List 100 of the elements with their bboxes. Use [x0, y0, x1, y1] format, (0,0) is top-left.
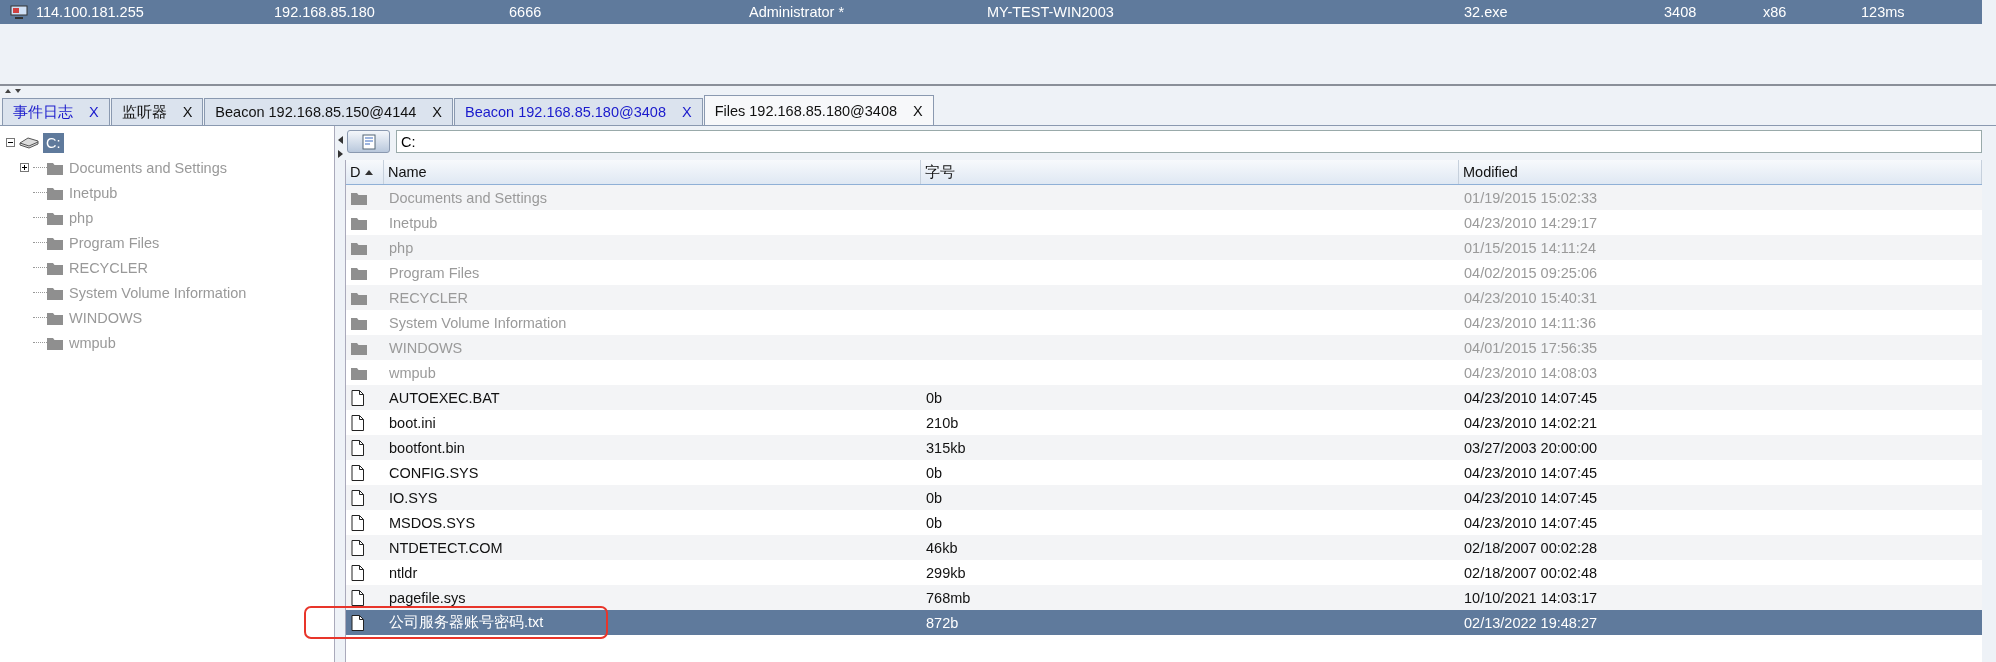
file-size: 768mb	[926, 589, 971, 606]
computer-icon	[10, 5, 28, 19]
folder-icon	[351, 265, 367, 280]
file-row[interactable]: NTDETECT.COM 46kb 02/18/2007 00:02:28	[346, 535, 1982, 560]
modified-date: 04/23/2010 14:08:03	[1464, 364, 1598, 381]
modified-date: 04/23/2010 14:07:45	[1464, 389, 1598, 406]
folder-icon	[351, 290, 367, 305]
file-size: 0b	[926, 514, 943, 531]
file-name: bootfont.bin	[389, 439, 465, 456]
file-name: pagefile.sys	[389, 589, 466, 606]
tree-item[interactable]: C:	[43, 132, 64, 153]
session-cell-text: x86	[1763, 4, 1788, 20]
file-icon	[351, 414, 364, 431]
session-cell-text: 3408	[1664, 4, 1698, 20]
file-size: 0b	[926, 489, 943, 506]
file-name: Program Files	[389, 264, 480, 281]
path-field[interactable]: C:	[396, 130, 1982, 153]
session-cell-text: 32.exe	[1464, 4, 1509, 20]
file-name: CONFIG.SYS	[389, 464, 479, 481]
file-row[interactable]: IO.SYS 0b 04/23/2010 14:07:45	[346, 485, 1982, 510]
modified-date: 01/15/2015 14:11:24	[1464, 239, 1596, 256]
file-name: MSDOS.SYS	[389, 514, 476, 531]
modified-date: 04/23/2010 14:07:45	[1464, 464, 1598, 481]
close-button[interactable]: X	[682, 104, 692, 120]
column-header[interactable]: Modified	[1459, 160, 1982, 184]
folder-icon	[351, 190, 367, 205]
file-name: IO.SYS	[389, 489, 438, 506]
close-button[interactable]: X	[182, 104, 193, 120]
file-row[interactable]: 公司服务器账号密码.txt 872b 02/13/2022 19:48:27	[346, 610, 1982, 635]
session-cell-text: 114.100.181.255	[36, 4, 145, 20]
session-cell-text: MY-TEST-WIN2003	[987, 4, 1115, 20]
file-name: AUTOEXEC.BAT	[389, 389, 500, 406]
modified-date: 04/01/2015 17:56:35	[1464, 339, 1598, 356]
file-size: 315kb	[926, 439, 966, 456]
file-name: boot.ini	[389, 414, 436, 431]
column-header[interactable]: D	[346, 160, 384, 184]
file-icon	[351, 589, 364, 606]
tab[interactable]: Beacon 192.168.85.180@3408 X	[454, 98, 703, 125]
session-cell-text: 192.168.85.180	[274, 4, 376, 20]
file-icon	[351, 539, 364, 556]
close-button[interactable]: X	[89, 104, 99, 120]
collapse-left-icon[interactable]	[337, 136, 343, 144]
file-name: WINDOWS	[389, 339, 463, 356]
file-name: Inetpub	[389, 214, 438, 231]
file-size: 210b	[926, 414, 959, 431]
file-name: 公司服务器账号密码.txt	[389, 613, 544, 632]
file-name: php	[389, 239, 414, 256]
modified-date: 04/23/2010 14:07:45	[1464, 514, 1598, 531]
file-icon	[351, 614, 364, 631]
file-row[interactable]: bootfont.bin 315kb 03/27/2003 20:00:00	[346, 435, 1982, 460]
file-icon	[351, 514, 364, 531]
tab[interactable]: Files 192.168.85.180@3408 X	[703, 95, 934, 125]
modified-date: 04/23/2010 15:40:31	[1464, 289, 1598, 306]
session-cell-text: Administrator *	[749, 4, 846, 20]
column-header[interactable]: 字号	[921, 160, 1459, 184]
modified-date: 04/02/2015 09:25:06	[1464, 264, 1598, 281]
expand-right-icon[interactable]	[337, 150, 343, 158]
modified-date: 04/23/2010 14:29:17	[1464, 214, 1598, 231]
expand-icon[interactable]	[20, 163, 29, 172]
file-icon	[351, 439, 364, 456]
tab[interactable]: 监听器 X	[110, 98, 204, 125]
splitter-arrows-icon[interactable]	[4, 87, 24, 94]
modified-date: 10/10/2021 14:03:17	[1464, 589, 1598, 606]
column-header[interactable]: Name	[384, 160, 921, 184]
session-cell-text: 6666	[509, 4, 543, 20]
folder-icon	[351, 240, 367, 255]
drive-icon	[19, 136, 39, 149]
file-name: RECYCLER	[389, 289, 468, 306]
modified-date: 02/18/2007 00:02:48	[1464, 564, 1598, 581]
collapse-icon[interactable]	[6, 138, 15, 147]
modified-date: 04/23/2010 14:11:36	[1464, 314, 1596, 331]
list-icon	[360, 133, 377, 150]
modified-date: 02/18/2007 00:02:28	[1464, 539, 1598, 556]
modified-date: 02/13/2022 19:48:27	[1464, 614, 1598, 631]
close-button[interactable]: X	[913, 102, 923, 119]
folder-icon	[351, 365, 367, 380]
file-icon	[351, 564, 364, 581]
close-button[interactable]: X	[432, 104, 442, 120]
modified-date: 01/19/2015 15:02:33	[1464, 189, 1598, 206]
file-icon	[351, 389, 364, 406]
file-name: ntldr	[389, 564, 418, 581]
file-icon	[351, 464, 364, 481]
folder-icon	[351, 315, 367, 330]
file-icon	[351, 489, 364, 506]
file-size: 0b	[926, 389, 943, 406]
file-row[interactable]: pagefile.sys 768mb 10/10/2021 14:03:17	[346, 585, 1982, 610]
file-size: 299kb	[926, 564, 966, 581]
file-row[interactable]: AUTOEXEC.BAT 0b 04/23/2010 14:07:45	[346, 385, 1982, 410]
modified-date: 04/23/2010 14:02:21	[1464, 414, 1598, 431]
modified-date: 04/23/2010 14:07:45	[1464, 489, 1598, 506]
folder-icon	[351, 215, 367, 230]
file-name: NTDETECT.COM	[389, 539, 503, 556]
file-name: wmpub	[389, 364, 436, 381]
session-cell-text: 123ms	[1861, 4, 1906, 20]
file-size: 872b	[926, 614, 959, 631]
session-row[interactable]: 114.100.181.255 192.168.85.180 6666 Administrator * MY-TEST-WIN2003 32.exe 3408 x86 123ms	[0, 0, 1982, 24]
tab[interactable]: 事件日志 X	[2, 98, 110, 125]
file-size: 46kb	[926, 539, 958, 556]
file-size: 0b	[926, 464, 943, 481]
tab[interactable]: Beacon 192.168.85.150@4144 X	[204, 98, 453, 125]
